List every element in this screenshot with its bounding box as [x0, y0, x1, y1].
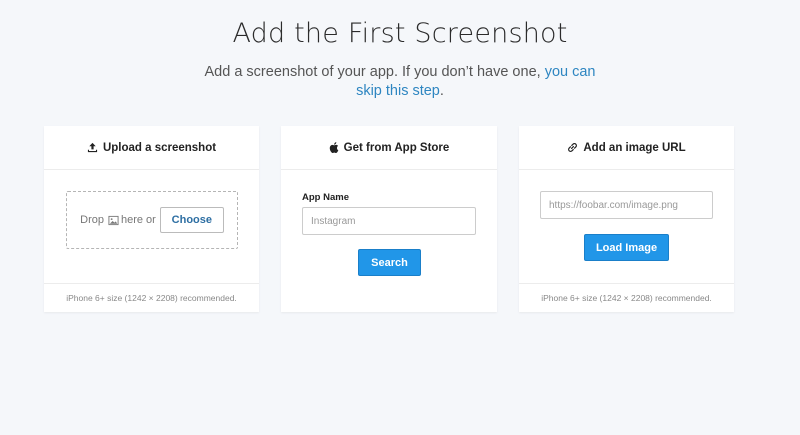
upload-card-footer: iPhone 6+ size (1242 × 2208) recommended… — [44, 283, 259, 312]
choose-button[interactable]: Choose — [159, 207, 224, 233]
subtitle-text: Add a screenshot of your app. If you don… — [204, 64, 545, 80]
page-header: Add the First Screenshot Add a screensho… — [0, 18, 800, 101]
image-url-heading-label: Add an image URL — [583, 141, 686, 154]
upload-card: Upload a screenshot Drop here or Choose … — [44, 126, 259, 312]
image-url-card-footer: iPhone 6+ size (1242 × 2208) recommended… — [519, 283, 734, 312]
page-subtitle: Add a screenshot of your app. If you don… — [200, 63, 600, 101]
image-url-card: Add an image URL Load Image iPhone 6+ si… — [519, 126, 734, 312]
subtitle-end: . — [439, 83, 444, 99]
upload-icon — [87, 142, 98, 153]
upload-heading-label: Upload a screenshot — [102, 141, 217, 154]
search-button[interactable]: Search — [358, 249, 421, 276]
link-icon — [568, 143, 578, 152]
app-name-input[interactable] — [302, 207, 476, 235]
image-url-input[interactable] — [540, 191, 713, 219]
app-store-card: Get from App Store App Name Search — [281, 126, 497, 312]
app-store-card-heading: Get from App Store — [281, 126, 497, 170]
upload-card-heading: Upload a screenshot — [44, 126, 259, 170]
app-store-heading-label: Get from App Store — [343, 141, 450, 154]
image-icon — [108, 215, 119, 225]
app-name-label: App Name — [302, 192, 349, 203]
load-image-button[interactable]: Load Image — [584, 234, 669, 261]
image-url-card-heading: Add an image URL — [519, 126, 734, 170]
drop-text: Drop — [80, 214, 104, 226]
apple-icon — [329, 142, 338, 153]
drop-zone[interactable]: Drop here or Choose — [66, 191, 238, 249]
drop-text-after: here or — [120, 214, 156, 226]
page-title: Add the First Screenshot — [232, 18, 568, 49]
